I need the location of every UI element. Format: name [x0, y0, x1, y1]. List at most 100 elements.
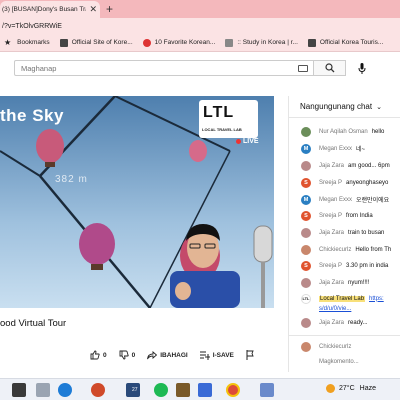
chat-message: Jaja Zara nyum!!!! — [301, 276, 369, 289]
new-tab-icon[interactable]: + — [106, 2, 113, 16]
share-icon — [147, 351, 158, 360]
avatar: M — [301, 194, 311, 205]
chat-message: S Sreeja P from India — [301, 209, 373, 222]
chat-text: 3.30 pm in india — [346, 262, 389, 269]
share-button[interactable]: IBAHAGI — [147, 350, 188, 360]
live-chat-panel: Nangungunang chat ⌄ Nur Aqilah Osman hel… — [288, 96, 400, 372]
microphone-icon — [358, 62, 366, 74]
url-text: /?v=TkOlvGRRWiE — [2, 22, 62, 30]
tab-active[interactable]: (3) [BUSAN]Dony's Busan Travel Tips ✕ — [0, 1, 100, 18]
bookmark-bookmarks[interactable]: ★ Bookmarks — [4, 38, 50, 47]
chat-input-placeholder: Magkomento... — [319, 358, 359, 365]
tab-title: (3) [BUSAN]Dony's Busan Travel Tips — [2, 6, 86, 13]
chevron-down-icon: ⌄ — [376, 103, 382, 111]
live-badge: LIVE — [236, 138, 259, 145]
bookmark-label: Official Korea Touris... — [319, 39, 384, 46]
bookmark-korea-tourism[interactable]: Official Korea Touris... — [307, 38, 384, 47]
keyboard-icon[interactable] — [298, 65, 308, 72]
chat-message: S Sreeja P anyeonghaseyo — [301, 176, 388, 189]
chat-author: Sreeja P — [319, 212, 343, 219]
owner-badge: Local Travel Lab — [319, 295, 366, 302]
chat-text: hello — [371, 128, 385, 135]
store-icon[interactable]: 27 — [126, 383, 140, 397]
chat-input-area[interactable]: Chickiecurlz Magkomento... — [289, 335, 400, 372]
dislike-button[interactable]: 0 — [119, 350, 136, 360]
avatar — [301, 277, 311, 288]
spotify-icon[interactable] — [154, 383, 168, 397]
chat-message: M Megan Exxx 네~ — [301, 142, 365, 155]
bookmark-korea-official[interactable]: Official Site of Kore... — [59, 38, 133, 47]
photos-icon[interactable] — [176, 383, 190, 397]
temperature: 27°C — [339, 385, 355, 392]
edge-icon[interactable] — [58, 383, 72, 397]
chat-message: Jaja Zara train to busan — [301, 226, 384, 239]
dislike-count: 0 — [131, 351, 136, 359]
local-travel-lab-logo: LTL LOCAL TRAVEL LAB — [199, 100, 258, 138]
video-actions: 0 0 IBAHAGI I-SAVE — [90, 348, 274, 362]
chat-header[interactable]: Nangungunang chat ⌄ — [289, 96, 400, 118]
video-overlay-text: the Sky — [0, 106, 64, 125]
chat-message: S Sreeja P 3.30 pm in india — [301, 259, 388, 272]
search-button[interactable] — [314, 60, 346, 76]
altitude-text: 382 m — [55, 174, 88, 185]
chat-author: Sreeja P — [319, 179, 343, 186]
chat-author: Jaja Zara — [319, 279, 345, 286]
sun-haze-icon — [326, 384, 335, 393]
chat-input[interactable]: Magkomento... — [319, 355, 363, 368]
chat-text: Hello from Th — [355, 246, 392, 253]
avatar — [301, 160, 311, 171]
bookmark-label: 10 Favorite Korean... — [154, 39, 216, 46]
powerpoint-icon[interactable] — [91, 383, 105, 397]
bookmark-korean-favorites[interactable]: 10 Favorite Korean... — [142, 38, 216, 47]
weather-widget[interactable]: 27°C Haze — [326, 384, 376, 393]
voice-search-button[interactable] — [354, 60, 370, 76]
chat-text: train to busan — [348, 229, 385, 236]
ltl-avatar: LTL — [301, 293, 311, 304]
tab-close-icon[interactable]: ✕ — [89, 4, 97, 15]
windows-taskbar: 27 27°C Haze — [0, 378, 400, 400]
avatar: S — [301, 210, 311, 221]
taskbar-app-icon[interactable] — [260, 383, 274, 397]
save-label: I-SAVE — [212, 351, 234, 359]
like-button[interactable]: 0 — [90, 350, 107, 360]
chat-text: nyum!!!! — [348, 279, 370, 286]
search-box[interactable] — [14, 60, 314, 76]
video-player[interactable]: the Sky 382 m LTL LOCAL TRAVEL LAB LIVE — [0, 96, 274, 308]
file-explorer-icon[interactable] — [36, 383, 50, 397]
chrome-icon[interactable] — [226, 383, 240, 397]
mail-icon[interactable] — [198, 383, 212, 397]
playlist-add-icon — [199, 351, 210, 360]
search-input[interactable] — [21, 64, 291, 73]
chat-message: Jaja Zara ready... — [301, 316, 368, 329]
bookmark-label: :: Study in Korea | r... — [237, 39, 298, 46]
taskbar-app-icon[interactable] — [12, 383, 26, 397]
avatar — [301, 317, 311, 328]
chat-author: Megan Exxx — [319, 196, 353, 203]
chat-link[interactable]: s/d/u/0/vie... — [319, 306, 351, 312]
page-icon — [59, 38, 68, 47]
avatar — [301, 227, 311, 238]
chat-message: Chickiecurlz Hello from Th — [301, 243, 391, 256]
chat-text: am good... 6pm — [348, 162, 390, 169]
chat-author: Jaja Zara — [319, 229, 345, 236]
thumbs-down-icon — [119, 350, 129, 360]
chat-text: 네~ — [356, 147, 366, 153]
page-icon — [307, 38, 316, 47]
like-count: 0 — [103, 351, 107, 359]
chat-author: Jaja Zara — [319, 319, 345, 326]
logo-mark: LTL — [203, 104, 235, 121]
chat-composer: Chickiecurlz — [301, 340, 355, 353]
address-bar[interactable]: /?v=TkOlvGRRWiE — [0, 18, 400, 34]
flag-icon[interactable] — [246, 350, 255, 360]
chat-text: 오랜만이에요 — [356, 198, 390, 204]
bookmark-study-in-korea[interactable]: :: Study in Korea | r... — [225, 38, 298, 47]
chat-message: Jaja Zara am good... 6pm — [301, 159, 390, 172]
avatar: S — [301, 260, 311, 271]
save-button[interactable]: I-SAVE — [199, 350, 234, 360]
chat-author: Jaja Zara — [319, 162, 345, 169]
chat-text: ready... — [348, 319, 368, 326]
chat-link[interactable]: https: — [369, 296, 384, 302]
live-dot-icon — [236, 139, 241, 144]
chat-author: Megan Exxx — [319, 145, 353, 152]
share-label: IBAHAGI — [160, 351, 188, 359]
